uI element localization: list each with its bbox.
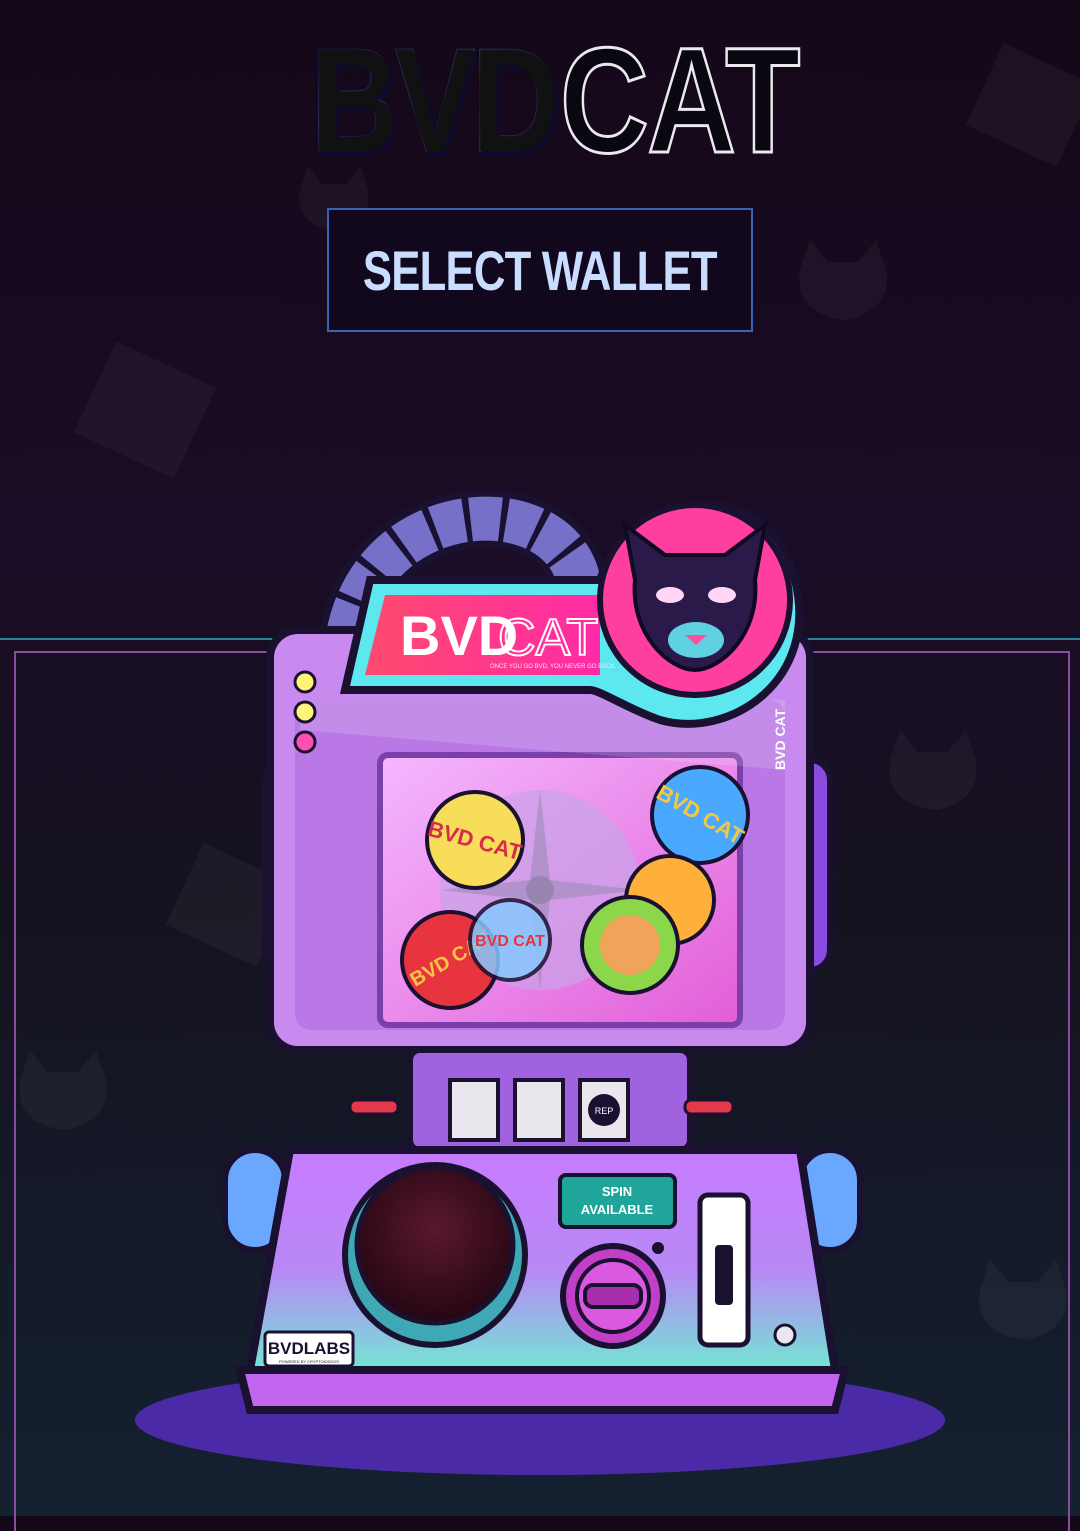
indicator-light: [293, 700, 317, 724]
reel-window: [513, 1078, 565, 1142]
side-label: BVD CAT: [772, 708, 788, 770]
header: BVD CAT SELECT WALLET: [0, 0, 1080, 360]
gacha-machine: BVD CAT BVD CAT BVD CAT BVD CAT BVD CAT …: [135, 489, 945, 1475]
screw-icon: [773, 1323, 797, 1347]
brand-logo: BVD CAT: [310, 16, 802, 184]
footer-brand: BVDLABS: [268, 1339, 350, 1358]
select-wallet-button[interactable]: SELECT WALLET: [327, 208, 753, 332]
spin-status-line2: AVAILABLE: [581, 1202, 654, 1217]
capsule-ball-label: BVD CAT: [475, 933, 545, 950]
select-wallet-label: SELECT WALLET: [363, 238, 718, 302]
coin-slot[interactable]: [697, 1192, 751, 1348]
reel-window-label: REP: [595, 1106, 614, 1116]
spin-status-line1: SPIN: [602, 1184, 632, 1199]
spin-knob[interactable]: [560, 1243, 666, 1349]
logo-bvd-text: BVD: [310, 16, 560, 184]
footer-subtitle: POWERED BY CRYPTOKIDDOS: [279, 1359, 339, 1364]
logo-cat-text: CAT: [559, 16, 802, 184]
sign-brand2-text: CAT: [498, 609, 598, 667]
indicator-light: [293, 670, 317, 694]
reel-window: [448, 1078, 500, 1142]
bvdlabs-badge: BVDLABS POWERED BY CRYPTOKIDDOS: [263, 1330, 355, 1368]
logo-watermark-icon: [74, 341, 216, 479]
indicator-light: [293, 730, 317, 754]
sign-tagline: ONCE YOU GO BVD, YOU NEVER GO BACK.: [490, 664, 616, 670]
spin-status-badge: SPIN AVAILABLE: [558, 1173, 677, 1229]
